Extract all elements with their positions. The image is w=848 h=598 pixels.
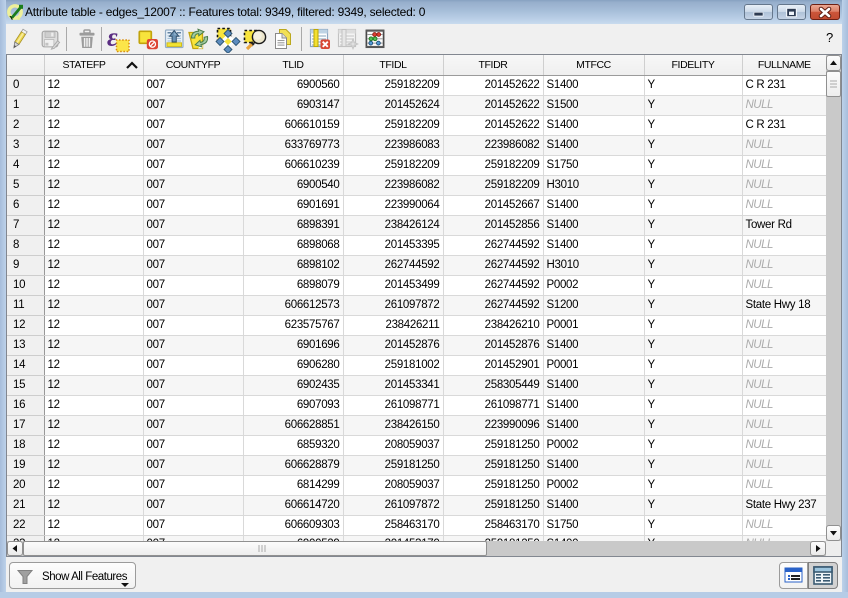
svg-text:ε: ε <box>107 27 118 52</box>
